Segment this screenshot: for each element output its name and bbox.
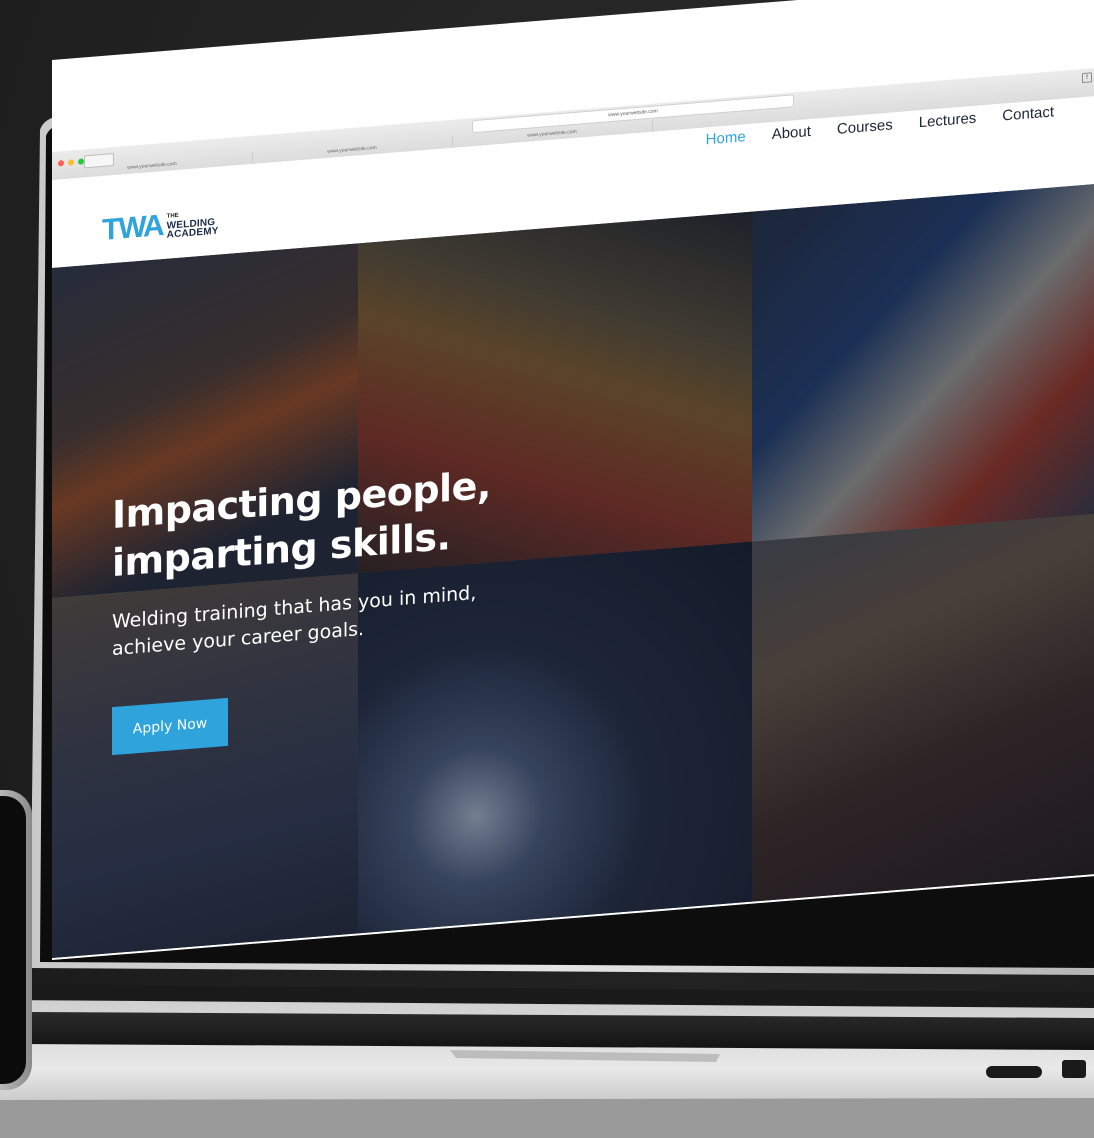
nav-courses[interactable]: Courses: [837, 116, 893, 137]
phone-screen: [0, 796, 26, 1084]
laptop-screen: www.yourwebsite.com www.yourwebsite.com …: [52, 0, 1094, 961]
close-dot-icon[interactable]: [58, 160, 64, 167]
hero-text: Impacting people, imparting skills. Weld…: [112, 449, 632, 756]
logo-wordmark: THE WELDING ACADEMY: [167, 208, 219, 240]
hero-photo-engineers-tablet: [752, 182, 1094, 542]
photo-overlay: [752, 512, 1094, 902]
apply-now-button[interactable]: Apply Now: [112, 697, 228, 756]
nav-contact[interactable]: Contact: [1002, 103, 1054, 124]
hero-subheadline: Welding training that has you in mind, a…: [112, 581, 477, 661]
nav-lectures[interactable]: Lectures: [919, 110, 977, 132]
photo-overlay: [752, 182, 1094, 542]
phone-device: [0, 790, 32, 1090]
logo-mark: TWA: [102, 209, 163, 247]
nav-about[interactable]: About: [772, 123, 811, 143]
hero-section: Impacting people, imparting skills. Weld…: [52, 182, 1094, 959]
share-icon[interactable]: ⇪: [1082, 72, 1092, 84]
site-logo[interactable]: TWA THE WELDING ACADEMY: [102, 207, 219, 247]
mockup-stage: www.yourwebsite.com www.yourwebsite.com …: [0, 0, 1094, 1138]
nav-home[interactable]: Home: [706, 128, 746, 148]
hero-photo-smiling-student: [752, 512, 1094, 902]
minimize-dot-icon[interactable]: [68, 159, 74, 166]
